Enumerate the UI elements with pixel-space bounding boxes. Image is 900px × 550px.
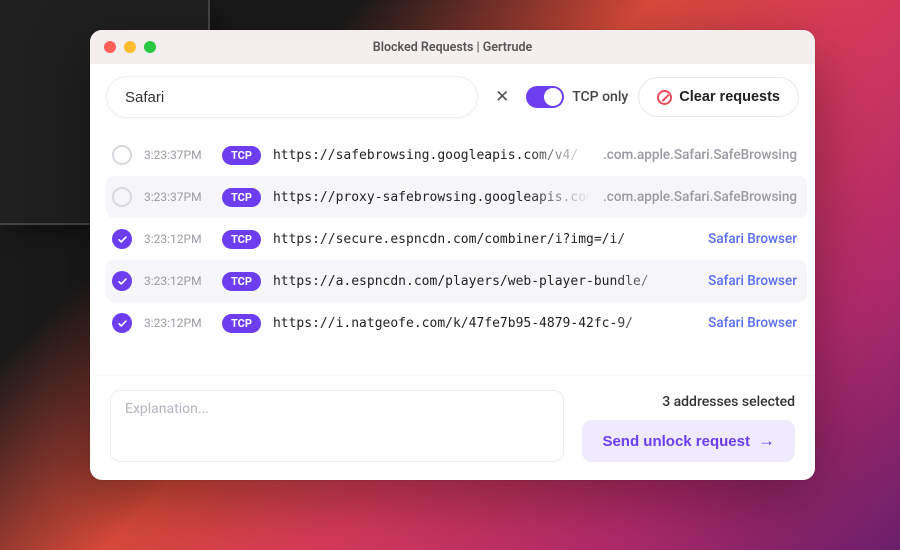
request-row[interactable]: 3:23:12PM TCP https://secure.espncdn.com/c… (106, 218, 807, 260)
request-row[interactable]: 3:23:37PM TCP https://safebrowsing.googlea… (106, 134, 807, 176)
select-checkbox[interactable] (112, 271, 132, 291)
protocol-badge: TCP (222, 188, 261, 207)
request-time: 3:23:12PM (144, 274, 210, 288)
minimize-window-button[interactable] (124, 41, 136, 53)
check-icon (117, 318, 128, 329)
close-icon: ✕ (495, 87, 509, 106)
check-icon (117, 276, 128, 287)
request-list[interactable]: 3:23:37PM TCP https://safebrowsing.googlea… (90, 128, 815, 375)
explanation-input[interactable] (110, 390, 564, 462)
request-time: 3:23:12PM (144, 232, 210, 246)
request-url: https://i.natgeofe.com/k/47fe7b95-4879-4… (273, 316, 696, 331)
toggle-knob (544, 88, 562, 106)
check-icon (117, 234, 128, 245)
selected-count: 3 addresses selected (662, 394, 795, 410)
request-url: https://secure.espncdn.com/combiner/i?im… (273, 232, 696, 247)
request-row[interactable]: 3:23:12PM TCP https://i.natgeofe.com/k/47f… (106, 302, 807, 344)
clear-search-button[interactable]: ✕ (488, 83, 516, 111)
protocol-badge: TCP (222, 314, 261, 333)
footer: 3 addresses selected Send unlock request… (90, 375, 815, 480)
select-checkbox[interactable] (112, 313, 132, 333)
request-app: Safari Browser (708, 315, 797, 331)
arrow-right-icon: → (758, 431, 775, 451)
tcp-only-label: TCP only (572, 89, 628, 105)
select-checkbox[interactable] (112, 187, 132, 207)
send-label: Send unlock request (602, 433, 750, 450)
request-url: https://a.espncdn.com/players/web-player… (273, 274, 696, 289)
request-time: 3:23:37PM (144, 190, 210, 204)
clear-requests-button[interactable]: Clear requests (638, 77, 799, 117)
request-row[interactable]: 3:23:37PM TCP https://proxy-safebrowsing.g… (106, 176, 807, 218)
request-url: https://safebrowsing.googleapis.com/v4/ (273, 148, 591, 163)
protocol-badge: TCP (222, 272, 261, 291)
request-row[interactable]: 3:23:12PM TCP https://a.espncdn.com/player… (106, 260, 807, 302)
toolbar: ✕ TCP only Clear requests (90, 64, 815, 128)
prohibited-icon (657, 90, 672, 105)
protocol-badge: TCP (222, 146, 261, 165)
zoom-window-button[interactable] (144, 41, 156, 53)
titlebar: Blocked Requests | Gertrude (90, 30, 815, 64)
tcp-only-control: TCP only (526, 86, 628, 108)
protocol-badge: TCP (222, 230, 261, 249)
footer-actions: 3 addresses selected Send unlock request… (582, 390, 795, 462)
request-app: Safari Browser (708, 231, 797, 247)
select-checkbox[interactable] (112, 229, 132, 249)
request-url: https://proxy-safebrowsing.googleapis.co… (273, 190, 591, 205)
traffic-lights (90, 41, 156, 53)
request-app: .com.apple.Safari.SafeBrowsing (603, 189, 797, 205)
request-time: 3:23:12PM (144, 316, 210, 330)
request-app: .com.apple.Safari.SafeBrowsing (603, 147, 797, 163)
request-app: Safari Browser (708, 273, 797, 289)
request-time: 3:23:37PM (144, 148, 210, 162)
search-input[interactable] (106, 76, 478, 118)
close-window-button[interactable] (104, 41, 116, 53)
clear-requests-label: Clear requests (679, 89, 780, 105)
app-window: Blocked Requests | Gertrude ✕ TCP only C… (90, 30, 815, 480)
tcp-only-toggle[interactable] (526, 86, 564, 108)
window-title: Blocked Requests | Gertrude (90, 40, 815, 55)
select-checkbox[interactable] (112, 145, 132, 165)
send-unlock-request-button[interactable]: Send unlock request → (582, 420, 795, 462)
